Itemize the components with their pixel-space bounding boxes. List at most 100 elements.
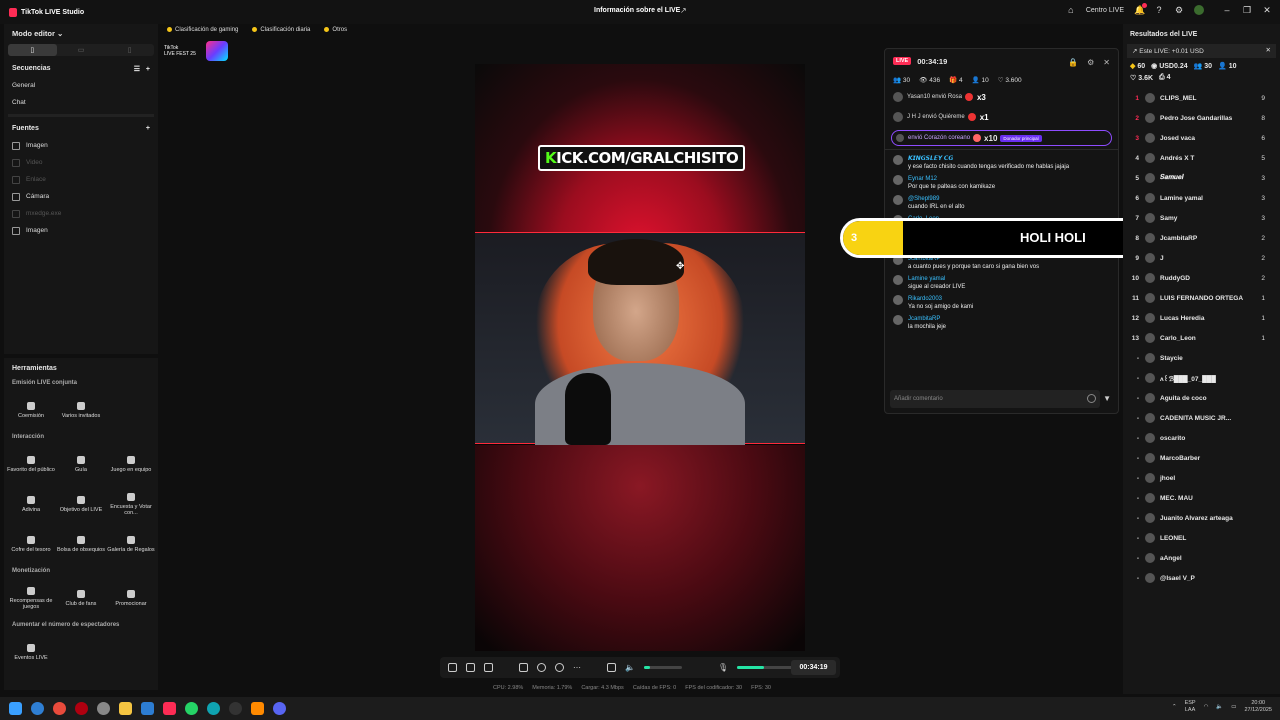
mic-icon[interactable]: 🎙: [718, 663, 728, 672]
tiktok-studio-icon[interactable]: [163, 702, 176, 715]
edge-icon[interactable]: [31, 702, 44, 715]
ranking-row[interactable]: 3 Josed vaca 6: [1123, 128, 1280, 148]
team-game-button[interactable]: Juego en equipo: [106, 444, 156, 484]
chat-message[interactable]: Rikardo2003 Ya no soj amigo de kami: [885, 293, 1118, 313]
mic-volume-slider[interactable]: [737, 666, 798, 669]
live-goal-button[interactable]: Objetivo del LIVE: [56, 484, 106, 524]
ranking-row[interactable]: - jhoel: [1123, 468, 1280, 488]
discord-icon[interactable]: [273, 702, 286, 715]
ranking-row[interactable]: - ʌ꒰ℬ███_07_███: [1123, 368, 1280, 388]
bell-icon[interactable]: 🔔: [1134, 3, 1147, 15]
ranking-row[interactable]: - Staycie: [1123, 348, 1280, 368]
ranking-row[interactable]: 9 J 2: [1123, 248, 1280, 268]
speaker-volume-slider[interactable]: [643, 666, 682, 669]
ranking-row[interactable]: - @Isael V_P: [1123, 568, 1280, 588]
settings-icon[interactable]: [97, 702, 110, 715]
chat-username[interactable]: Rikardo2003: [908, 295, 973, 303]
camera-switch-icon[interactable]: [555, 663, 564, 672]
edge-alt-icon[interactable]: [207, 702, 220, 715]
chat-message[interactable]: JcambitaRP la mochila jeje: [885, 313, 1118, 333]
gear-icon[interactable]: ⚙: [1087, 58, 1094, 67]
layout-switcher[interactable]: ▯ ▭ ▯: [8, 44, 154, 56]
add-source-icon[interactable]: +: [146, 125, 150, 132]
browser-icon[interactable]: [141, 702, 154, 715]
avatar[interactable]: [1194, 5, 1204, 15]
ranking-row[interactable]: - oscarito: [1123, 428, 1280, 448]
ranking-row[interactable]: - MarcoBarber: [1123, 448, 1280, 468]
adivina-button[interactable]: Adivina: [6, 484, 56, 524]
tab-clasificacion-diaria[interactable]: Clasificación diaria: [248, 24, 314, 35]
home-icon[interactable]: ⌂: [1066, 5, 1076, 15]
chat-username[interactable]: JcambitaRP: [908, 315, 946, 323]
chat-message[interactable]: Eynar M12 Por que te palteas con kamikaze: [885, 173, 1118, 193]
ranking-row[interactable]: 11 LUIS FERNANDO ORTEGA 1: [1123, 288, 1280, 308]
ranking-row[interactable]: - CADENITA MUSIC JR...: [1123, 408, 1280, 428]
guia-button[interactable]: Guía: [56, 444, 106, 484]
split-layout-icon[interactable]: ▯: [105, 44, 154, 56]
minimize-icon[interactable]: –: [1222, 5, 1232, 15]
language-indicator[interactable]: ESP LAA: [1185, 700, 1196, 714]
wifi-icon[interactable]: ◠: [1204, 704, 1209, 710]
tab-otros[interactable]: Otros: [320, 24, 351, 35]
scene-general[interactable]: General: [4, 77, 158, 94]
chat-username[interactable]: @Shepl989: [908, 195, 964, 203]
live-info-link[interactable]: Información sobre el LIVE: [594, 7, 680, 14]
layers-icon[interactable]: [466, 663, 475, 672]
folder-icon[interactable]: [119, 702, 132, 715]
chat-message-list[interactable]: 𝙆𝙄𝙉𝙂𝙎𝙇𝙀𝙔 𝘾𝙂 y ese facto chisito cuando te…: [885, 153, 1118, 371]
treasure-chest-button[interactable]: Cofre del tesoro: [6, 524, 56, 564]
landscape-layout-icon[interactable]: ▭: [57, 44, 106, 56]
ranking-row[interactable]: 13 Carlo_Leon 1: [1123, 328, 1280, 348]
mixer-icon[interactable]: [607, 663, 616, 672]
gear-icon[interactable]: ⚙: [1174, 5, 1184, 15]
chat-message[interactable]: Lamine yamal sigue al creador LIVE: [885, 273, 1118, 293]
clock[interactable]: 20:00 27/12/2025: [1244, 700, 1272, 714]
ranking-row[interactable]: 1 CLIPS_MEL 9: [1123, 88, 1280, 108]
tab-clasificacion-gaming[interactable]: Clasificación de gaming: [163, 24, 242, 35]
capcut-icon[interactable]: [229, 702, 242, 715]
source-imagen-2[interactable]: Imagen: [4, 222, 158, 239]
record-icon[interactable]: [537, 663, 546, 672]
stream-preview[interactable]: KICK.COM/GRALCHISITO: [475, 64, 805, 651]
ranking-row[interactable]: - LEONEL: [1123, 528, 1280, 548]
source-enlace[interactable]: Enlace: [4, 171, 158, 188]
close-icon[interactable]: ✕: [1266, 46, 1271, 54]
chat-message[interactable]: @Shepl989 cuando IRL en el alto: [885, 193, 1118, 213]
ranking-row[interactable]: 8 JcambitaRP 2: [1123, 228, 1280, 248]
battery-icon[interactable]: ▭: [1231, 704, 1236, 710]
magic-wand-icon[interactable]: [448, 663, 457, 672]
share-icon[interactable]: ↗: [680, 6, 687, 15]
chat-username[interactable]: 𝙆𝙄𝙉𝙂𝙎𝙇𝙀𝙔 𝘾𝙂: [908, 155, 1069, 163]
centro-live-button[interactable]: Centro LIVE: [1086, 7, 1124, 14]
chevron-up-icon[interactable]: ⌃: [1172, 704, 1177, 710]
ranking-row[interactable]: 12 Lucas Heredia 1: [1123, 308, 1280, 328]
emoji-icon[interactable]: [1087, 394, 1096, 403]
comment-input[interactable]: Añadir comentario: [890, 390, 1100, 408]
multi-guest-button[interactable]: Varios invitados: [56, 390, 106, 430]
mode-editor-dropdown[interactable]: Modo editor ⌄: [4, 24, 158, 42]
source-video[interactable]: Video: [4, 154, 158, 171]
source-mxedge[interactable]: mxedge.exe: [4, 205, 158, 222]
coemision-button[interactable]: Coemisión: [6, 390, 56, 430]
chrome-icon[interactable]: [53, 702, 66, 715]
volume-icon[interactable]: 🔈: [1216, 704, 1223, 710]
filter-icon[interactable]: ▼: [1103, 394, 1111, 403]
ranking-row[interactable]: 10 RuddyGD 2: [1123, 268, 1280, 288]
vlc-icon[interactable]: [251, 702, 264, 715]
ranking-row[interactable]: 2 Pedro Jose Gandarillas 8: [1123, 108, 1280, 128]
speaker-icon[interactable]: 🔈: [625, 663, 635, 672]
close-icon[interactable]: ✕: [1262, 5, 1272, 15]
scene-chat[interactable]: Chat: [4, 94, 158, 111]
whatsapp-icon[interactable]: [185, 702, 198, 715]
chat-username[interactable]: Lamine yamal: [908, 275, 965, 283]
ranking-row[interactable]: - Aguita de coco: [1123, 388, 1280, 408]
favorito-button[interactable]: Favorito del público: [6, 444, 56, 484]
promote-button[interactable]: Promocionar: [106, 578, 156, 618]
chat-username[interactable]: Eynar M12: [908, 175, 995, 183]
source-imagen[interactable]: Imagen: [4, 137, 158, 154]
live-fest-banner[interactable]: TikTok LIVE FEST 25: [164, 40, 234, 62]
ranking-row[interactable]: - aAngel: [1123, 548, 1280, 568]
more-icon[interactable]: ⋯: [573, 663, 581, 672]
chat-message[interactable]: 𝙆𝙄𝙉𝙂𝙎𝙇𝙀𝙔 𝘾𝙂 y ese facto chisito cuando te…: [885, 153, 1118, 173]
add-scene-icon[interactable]: ☰ +: [134, 65, 150, 73]
